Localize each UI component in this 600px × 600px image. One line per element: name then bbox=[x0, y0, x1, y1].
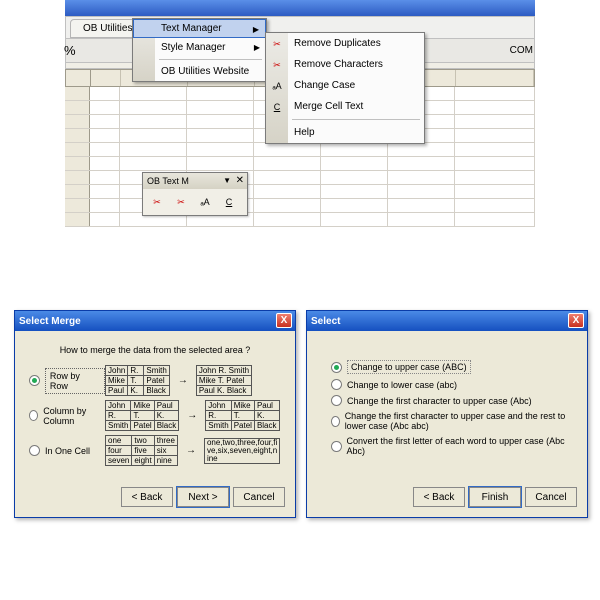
arrow-right-icon: → bbox=[178, 375, 188, 386]
submenu-remove-duplicates[interactable]: ✂ Remove Duplicates bbox=[266, 33, 424, 54]
option-column-by-column: Column by Column JohnMikePaul R.T.K. Smi… bbox=[29, 400, 281, 431]
select-merge-dialog: Select Merge X How to merge the data fro… bbox=[14, 310, 296, 518]
submenu-remove-characters[interactable]: ✂ Remove Characters bbox=[266, 54, 424, 75]
dropdown-arrow-icon[interactable]: ▼ bbox=[223, 176, 231, 185]
app-frame: OB Utilities Text Manager ▶ Style Manage… bbox=[65, 0, 535, 227]
corner-cell bbox=[66, 70, 91, 86]
radio-label: Change to upper case (ABC) bbox=[347, 360, 471, 374]
cancel-button[interactable]: Cancel bbox=[525, 487, 577, 507]
remove-characters-icon: ✂ bbox=[269, 58, 285, 72]
dialog-titlebar[interactable]: Select X bbox=[307, 311, 587, 331]
change-case-icon: ₐA bbox=[269, 79, 285, 93]
radio-label: Change the first character to upper case… bbox=[347, 396, 532, 406]
next-button[interactable]: Next > bbox=[177, 487, 229, 507]
dialog-buttons: < Back Finish Cancel bbox=[307, 481, 587, 517]
menu-separator bbox=[292, 119, 420, 120]
dialog-body: Change to upper case (ABC) Change to low… bbox=[307, 331, 587, 481]
submenu-help[interactable]: Help bbox=[266, 122, 424, 143]
example-result-table: John R. Smith Mike T. Patel Paul K. Blac… bbox=[196, 365, 252, 396]
remove-characters-button[interactable]: ✂ bbox=[169, 191, 193, 213]
example-result-table: one,two,three,four,fi ve,six,seven,eight… bbox=[204, 438, 280, 464]
menu-label: Style Manager bbox=[161, 42, 225, 53]
radio-icon bbox=[29, 410, 38, 421]
col-header[interactable] bbox=[456, 70, 534, 86]
radio-label: Column by Column bbox=[43, 406, 105, 426]
close-button[interactable]: X bbox=[568, 313, 584, 328]
merge-cells-icon: C bbox=[269, 100, 285, 114]
submenu-arrow-icon: ▶ bbox=[254, 43, 260, 52]
radio-in-one-cell[interactable]: In One Cell bbox=[29, 445, 105, 456]
menu-style-manager[interactable]: Style Manager ▶ bbox=[133, 38, 266, 57]
menu-text-manager[interactable]: Text Manager ▶ bbox=[133, 19, 266, 38]
radio-lower-case[interactable]: Change to lower case (abc) bbox=[331, 379, 573, 390]
floating-toolbar-title[interactable]: OB Text M ▼ ✕ bbox=[143, 173, 247, 189]
back-button[interactable]: < Back bbox=[121, 487, 173, 507]
dialog-title: Select bbox=[311, 316, 340, 327]
radio-row-by-row[interactable]: Row by Row bbox=[29, 368, 105, 394]
floating-toolbar-label: OB Text M bbox=[147, 176, 189, 186]
submenu-label: Change Case bbox=[294, 80, 355, 91]
radio-label: Convert the first letter of each word to… bbox=[347, 436, 573, 456]
finish-button[interactable]: Finish bbox=[469, 487, 521, 507]
dialog-buttons: < Back Next > Cancel bbox=[15, 481, 295, 517]
radio-column-by-column[interactable]: Column by Column bbox=[29, 406, 105, 426]
radio-label: Row by Row bbox=[45, 368, 105, 394]
menu-label: Text Manager bbox=[161, 23, 222, 34]
radio-icon bbox=[29, 375, 40, 386]
percent-icon: % bbox=[64, 43, 76, 58]
menu-website[interactable]: OB Utilities Website bbox=[133, 62, 266, 81]
merge-cells-button[interactable]: C bbox=[217, 191, 241, 213]
text-manager-submenu: ✂ Remove Duplicates ✂ Remove Characters … bbox=[265, 32, 425, 144]
example-result-table: JohnMikePaul R.T.K. SmithPatelBlack bbox=[205, 400, 279, 431]
radio-upper-case[interactable]: Change to upper case (ABC) bbox=[331, 360, 573, 374]
arrow-right-icon: → bbox=[186, 445, 196, 456]
radio-first-upper[interactable]: Change the first character to upper case… bbox=[331, 395, 573, 406]
dialog-titlebar[interactable]: Select Merge X bbox=[15, 311, 295, 331]
remove-duplicates-icon: ✂ bbox=[269, 37, 285, 51]
arrow-right-icon: → bbox=[187, 410, 197, 421]
example-source-table: onetwothree fourfivesix seveneightnine bbox=[105, 435, 178, 466]
radio-icon bbox=[331, 395, 342, 406]
dialog-title: Select Merge bbox=[19, 316, 81, 327]
radio-icon bbox=[331, 379, 342, 390]
floating-toolbar-buttons: ✂ ✂ ₐA C bbox=[143, 189, 247, 215]
radio-each-word[interactable]: Convert the first letter of each word to… bbox=[331, 436, 573, 456]
submenu-label: Help bbox=[294, 127, 315, 138]
radio-first-upper-rest-lower[interactable]: Change the first character to upper case… bbox=[331, 411, 573, 431]
example-source-table: JohnMikePaul R.T.K. SmithPatelBlack bbox=[105, 400, 179, 431]
change-case-button[interactable]: ₐA bbox=[193, 191, 217, 213]
fragment-text: COM bbox=[510, 45, 533, 56]
close-button[interactable]: X bbox=[276, 313, 292, 328]
menu-label: OB Utilities Website bbox=[161, 66, 249, 77]
submenu-merge-cell-text[interactable]: C Merge Cell Text bbox=[266, 96, 424, 117]
back-button[interactable]: < Back bbox=[413, 487, 465, 507]
option-in-one-cell: In One Cell onetwothree fourfivesix seve… bbox=[29, 435, 281, 466]
submenu-arrow-icon: ▶ bbox=[253, 25, 259, 34]
radio-icon bbox=[331, 416, 340, 427]
col-header[interactable] bbox=[91, 70, 121, 86]
radio-icon bbox=[29, 445, 40, 456]
option-row-by-row: Row by Row JohnR.Smith MikeT.Patel PaulK… bbox=[29, 365, 281, 396]
titlebar bbox=[65, 0, 535, 16]
radio-icon bbox=[331, 441, 342, 452]
submenu-label: Merge Cell Text bbox=[294, 101, 363, 112]
select-case-dialog: Select X Change to upper case (ABC) Chan… bbox=[306, 310, 588, 518]
menu-separator bbox=[159, 59, 262, 60]
submenu-label: Remove Characters bbox=[294, 59, 383, 70]
example-source-table: JohnR.Smith MikeT.Patel PaulK.Black bbox=[105, 365, 170, 396]
radio-icon bbox=[331, 362, 342, 373]
cancel-button[interactable]: Cancel bbox=[233, 487, 285, 507]
radio-label: Change to lower case (abc) bbox=[347, 380, 457, 390]
close-icon[interactable]: ✕ bbox=[236, 175, 244, 186]
floating-toolbar[interactable]: OB Text M ▼ ✕ ✂ ✂ ₐA C bbox=[142, 172, 248, 216]
menubar: OB Utilities Text Manager ▶ Style Manage… bbox=[65, 16, 535, 39]
radio-label: Change the first character to upper case… bbox=[345, 411, 573, 431]
dialog-question: How to merge the data from the selected … bbox=[29, 345, 281, 355]
radio-label: In One Cell bbox=[45, 446, 90, 456]
submenu-change-case[interactable]: ₐA Change Case bbox=[266, 75, 424, 96]
remove-duplicates-button[interactable]: ✂ bbox=[145, 191, 169, 213]
submenu-label: Remove Duplicates bbox=[294, 38, 381, 49]
ob-utilities-menu: Text Manager ▶ Style Manager ▶ OB Utilit… bbox=[132, 18, 267, 82]
dialog-body: How to merge the data from the selected … bbox=[15, 331, 295, 481]
